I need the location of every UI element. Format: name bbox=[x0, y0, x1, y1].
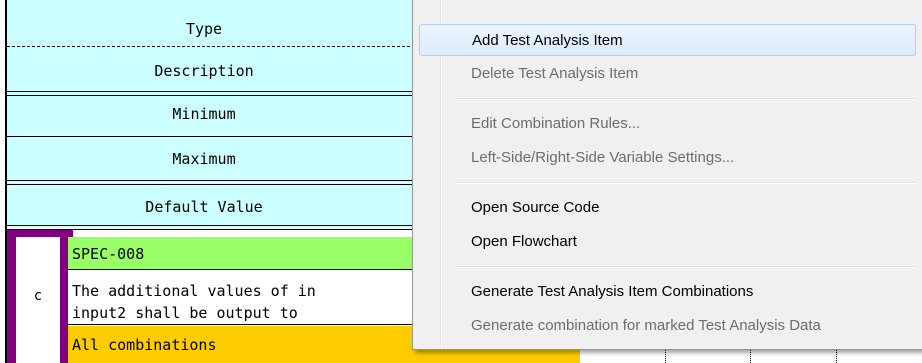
menu-separator bbox=[455, 182, 917, 184]
header-minimum-label: Minimum bbox=[172, 105, 236, 123]
menu-item-generate-combinations[interactable]: Generate Test Analysis Item Combinations bbox=[415, 276, 921, 306]
context-menu: Add Test Analysis Item Delete Test Analy… bbox=[412, 0, 922, 350]
menu-item-open-source-code[interactable]: Open Source Code bbox=[415, 192, 921, 222]
menu-item-label: Delete Test Analysis Item bbox=[471, 65, 639, 82]
spec-row-marker-cell[interactable]: c bbox=[16, 237, 60, 363]
menu-item-delete-test-analysis-item[interactable]: Delete Test Analysis Item bbox=[415, 58, 921, 88]
menu-item-edit-combination-rules[interactable]: Edit Combination Rules... bbox=[415, 108, 921, 138]
menu-item-open-flowchart[interactable]: Open Flowchart bbox=[415, 226, 921, 256]
menu-item-label: Open Source Code bbox=[471, 199, 600, 216]
spec-border-right bbox=[60, 230, 68, 363]
menu-item-variable-settings[interactable]: Left-Side/Right-Side Variable Settings..… bbox=[415, 142, 921, 172]
spec-combination-label: All combinations bbox=[72, 336, 217, 354]
header-maximum-label: Maximum bbox=[172, 150, 236, 168]
menu-item-label: Open Flowchart bbox=[471, 233, 577, 250]
header-default-value-label: Default Value bbox=[145, 198, 263, 216]
menu-separator bbox=[455, 98, 917, 100]
spec-description-line1: The additional values of in bbox=[72, 282, 316, 300]
menu-item-label: Left-Side/Right-Side Variable Settings..… bbox=[471, 149, 735, 166]
spec-id-label: SPEC-008 bbox=[72, 245, 145, 263]
menu-item-label: Generate Test Analysis Item Combinations bbox=[471, 283, 754, 300]
menu-item-label: Generate combination for marked Test Ana… bbox=[471, 317, 821, 334]
header-description-label: Description bbox=[154, 62, 254, 80]
spec-description-line2: input2 shall be output to bbox=[72, 304, 298, 322]
spec-border-left bbox=[7, 230, 16, 363]
menu-item-label: Add Test Analysis Item bbox=[472, 32, 623, 49]
menu-item-add-test-analysis-item[interactable]: Add Test Analysis Item bbox=[419, 24, 916, 56]
menu-item-label: Edit Combination Rules... bbox=[471, 115, 641, 132]
menu-separator bbox=[455, 266, 917, 268]
menu-item-generate-marked-combination[interactable]: Generate combination for marked Test Ana… bbox=[415, 310, 921, 340]
spec-row-marker: c bbox=[33, 288, 43, 304]
header-type-label: Type bbox=[185, 20, 223, 38]
